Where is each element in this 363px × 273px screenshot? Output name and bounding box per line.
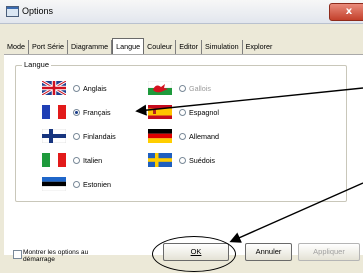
- options-dialog: Options x Mode Port Série Diagramme Lang…: [0, 0, 363, 273]
- annotation-arrows-icon: [135, 87, 363, 243]
- arrow-to-francais: [135, 87, 363, 116]
- arrow-to-ok: [229, 182, 363, 243]
